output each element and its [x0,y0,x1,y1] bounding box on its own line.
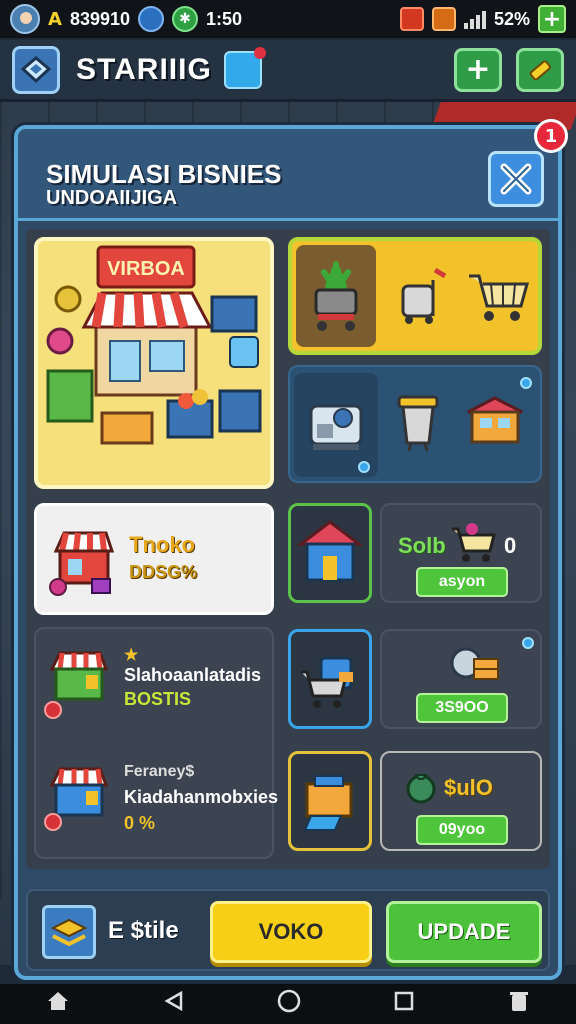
business-list-card: ★ Slahoaanlatadis BOSTIS Feraney$ Kiadah… [34,627,278,859]
house-icon [296,520,364,582]
trash-icon[interactable] [508,989,530,1019]
store-illustration-icon: VIRBOA [46,245,262,445]
content-area: VIRBOA Tnoko DDSG% Solb 0 asyon ★ Slahoa… [26,229,550,869]
add-button[interactable]: + [454,47,502,92]
close-button[interactable] [488,151,544,207]
close-icon [500,163,532,195]
gear-icon[interactable]: ✱ [172,6,199,32]
toko-value: DDSG% [129,562,198,582]
panel-footer: E $tile VOKO UPDADE [26,889,550,971]
add-icon[interactable]: + [538,5,566,33]
update-button[interactable]: UPDADE [386,901,542,963]
pencil-icon[interactable] [516,47,564,92]
alert-dot [44,701,62,719]
cash-card[interactable]: $ulO 09yoo [380,751,542,851]
coin-count: 839910 [69,8,131,29]
sell-label: Solb [398,533,446,558]
panel-header: SIMULASI BISNIES UNDOAIIJIGA [18,129,558,221]
money-bag-icon [406,774,436,804]
primary-button[interactable]: VOKO [210,901,372,963]
toko-card[interactable]: Tnoko DDSG% [34,503,274,615]
sell-suffix: 0 [504,533,517,558]
list-item-2-top: Feraney$ [124,763,195,780]
house-tile[interactable] [288,503,372,603]
recents-icon[interactable] [393,990,415,1018]
stack-icon[interactable] [42,905,96,959]
cash-button[interactable]: 09yoo [416,815,508,845]
top-header: STARIIIG + [0,40,576,102]
toko-label: Tnoko [129,532,195,557]
coin-stack-icon [450,647,499,680]
star-icon: ★ [124,647,139,664]
cash-label: $ulO [444,775,493,800]
upgrade-card[interactable]: 3S9OO [380,629,542,729]
coin-letter: A [48,8,62,30]
notification-badge: 1 [534,119,568,153]
message-icon[interactable] [223,46,266,89]
map-icon[interactable] [12,45,60,94]
shop-icon [45,514,121,608]
shopping-cart-icon [462,261,534,331]
navigation-bar [0,984,576,1024]
bin-icon [390,387,446,457]
status-dot [522,637,534,649]
list-item-2-name: Kiadahanmobxies [124,787,279,807]
alert-dot [44,813,62,831]
notification-icon [431,7,456,31]
cart-row-card[interactable] [288,237,542,355]
equipment-row-card[interactable] [288,365,542,483]
trolley-icon [392,261,452,331]
status-dot [358,461,370,473]
panel-title: SIMULASI BISNIES [46,159,282,189]
kiosk-icon [462,387,528,457]
list-item-1-value: BOSTIS [124,689,192,709]
plant-cart-icon [296,245,376,347]
battery-level: 52% [493,8,530,29]
status-bar: A 839910 ✱ 1:50 52% + [0,0,576,38]
list-item-1-name: Slahoaanlatadis [124,665,262,685]
footer-label: E $tile [108,917,179,944]
home-circle-icon[interactable] [277,989,301,1019]
avatar[interactable] [10,4,40,34]
globe-icon[interactable] [138,6,165,32]
checkout-icon [301,656,353,708]
header-title: STARIIIG [76,52,212,86]
register-tile[interactable] [288,751,372,851]
store-sign: VIRBOA [107,258,185,280]
sell-card[interactable]: Solb 0 asyon [380,503,542,603]
calendar-icon [399,7,424,31]
cart-icon [452,523,496,562]
sell-button[interactable]: asyon [416,567,508,597]
business-panel: SIMULASI BISNIES UNDOAIIJIGA 1 VIRBOA Tn… [14,119,568,980]
register-icon [303,775,353,831]
checkout-tile[interactable] [288,629,372,729]
upgrade-button[interactable]: 3S9OO [416,693,508,723]
home-icon[interactable] [46,990,70,1018]
featured-store-card[interactable]: VIRBOA [34,237,274,489]
panel-subtitle: UNDOAIIJIGA [46,187,178,209]
back-icon[interactable] [163,990,185,1018]
list-item-2-value: 0 % [124,813,156,833]
clock-time: 1:50 [206,8,243,29]
signal-icon [463,9,486,29]
